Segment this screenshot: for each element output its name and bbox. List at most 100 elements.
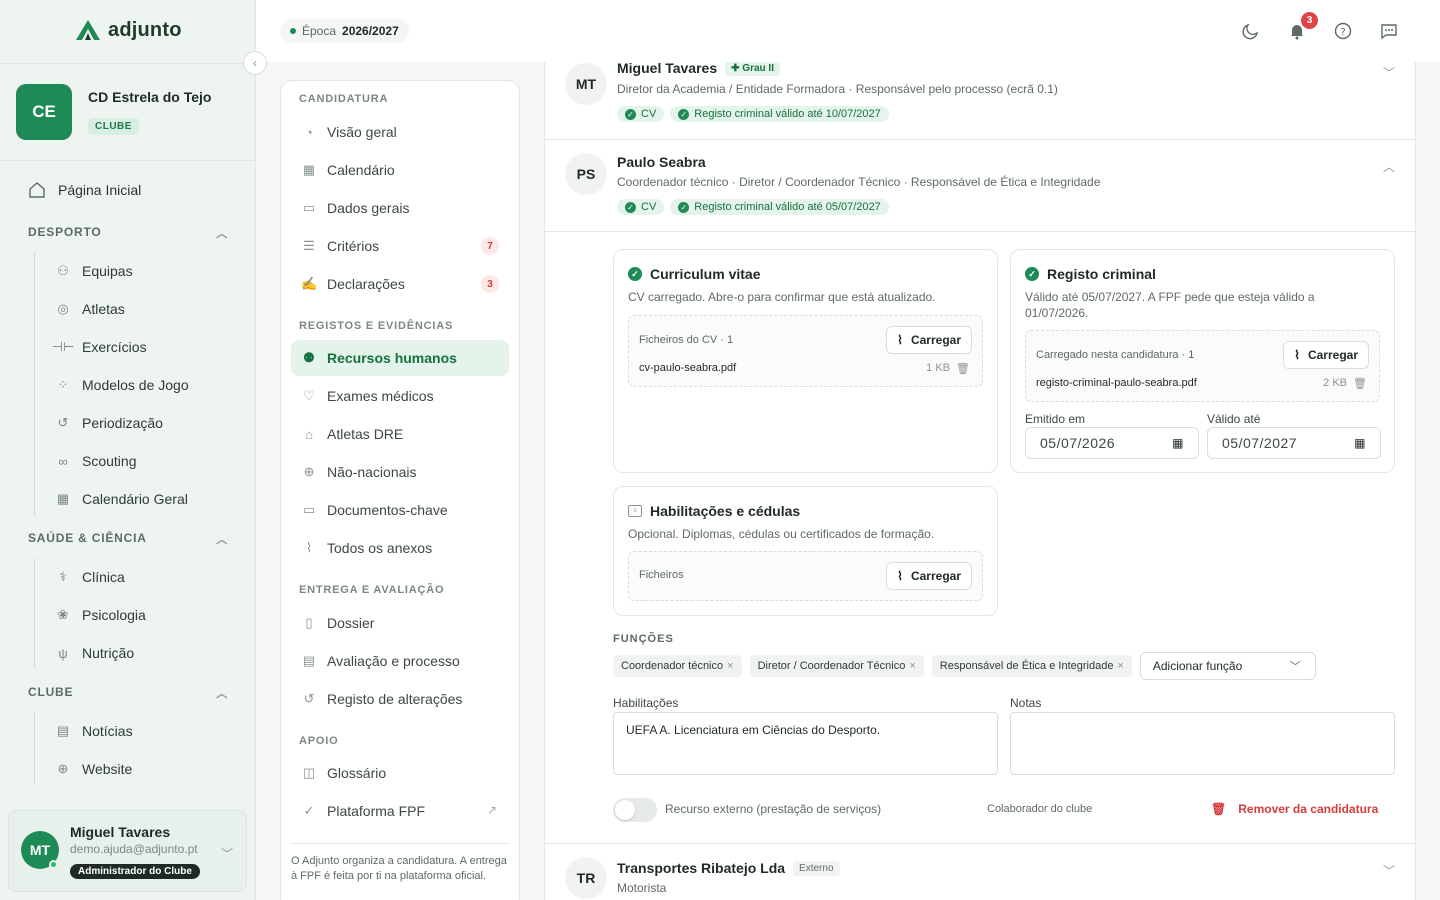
person-row-paulo-seabra[interactable]: PS Paulo Seabra Coordenador técnico · Di… [545,140,1415,232]
subnav-declaracoes[interactable]: ✍ Declarações 3 [291,266,509,302]
home-icon: ⌂ [305,426,313,442]
avatar: MT [565,63,607,105]
club-card[interactable]: CE CD Estrela do Tejo CLUBE [0,63,256,161]
nav-label: Periodização [82,415,163,431]
criminal-record-tag: ✓ Registo criminal válido até 05/07/2027 [670,199,889,215]
subnav-plataforma-fpf[interactable]: ✓ Plataforma FPF ↗ [291,793,509,829]
function-chip[interactable]: Diretor / Coordenador Técnico × [749,655,924,677]
nav-item-noticias[interactable]: ▤ Notícias [54,722,133,740]
calendar-icon: ▦ [1354,436,1366,450]
subnav-exames-medicos[interactable]: ♡ Exames médicos [291,378,509,414]
chevron-down-icon[interactable]: ﹀ [1383,64,1395,81]
collapse-sidebar-button[interactable]: ‹ [243,51,267,75]
nav-section-desporto[interactable]: DESPORTO ︿ [28,225,228,241]
nav-item-modelos-de-jogo[interactable]: ⁘ Modelos de Jogo [54,376,189,394]
folder-icon: ▭ [302,502,316,517]
nav-section-saude[interactable]: SAÚDE & CIÊNCIA ︿ [28,531,228,547]
nav-item-calendario-geral[interactable]: ▦ Calendário Geral [54,490,188,508]
external-resource-toggle[interactable] [613,798,657,822]
trash-icon[interactable]: 🗑 [956,362,970,375]
criminal-record-tag: ✓ Registo criminal válido até 10/07/2027 [670,106,889,122]
remove-from-application-button[interactable]: 🗑 Remover da candidatura [1211,802,1378,816]
nav-label: Calendário Geral [82,491,188,507]
nav-item-psicologia[interactable]: ❀ Psicologia [54,606,146,624]
person-row-miguel-tavares[interactable]: MT Miguel Tavares ✚ Grau II Diretor da Ac… [545,62,1415,140]
file-link[interactable]: cv-paulo-seabra.pdf [639,362,736,374]
logo[interactable]: adjunto [74,18,182,42]
subnav-avaliacao[interactable]: ▤ Avaliação e processo [291,643,509,679]
nav-section-clube[interactable]: CLUBE ︿ [28,685,228,701]
notifications-button[interactable]: 3 [1286,12,1318,42]
avatar: TR [565,857,607,899]
cv-tag: ✓ CV [617,199,665,215]
nav-label: Notícias [82,723,133,739]
season-selector[interactable]: Época 2026/2027 [280,19,409,43]
check-circle-icon: ✓ [628,267,642,281]
dark-mode-toggle[interactable] [1240,20,1262,42]
subnav-calendario[interactable]: ▦ Calendário [291,152,509,188]
clipboard-icon: ▤ [302,653,316,668]
subnav-dossier[interactable]: ▯ Dossier [291,605,509,641]
help-button[interactable]: ? [1332,20,1354,42]
remove-x-icon[interactable]: × [909,660,915,672]
remove-x-icon[interactable]: × [1117,660,1123,672]
cv-upload-button[interactable]: ⌇ Carregar [886,326,972,354]
subnav-recursos-humanos[interactable]: ⚉ Recursos humanos [291,340,509,376]
signature-icon: ✍ [301,276,318,291]
remove-x-icon[interactable]: × [727,660,733,672]
chevron-up-icon[interactable]: ︿ [1383,158,1395,175]
criminal-upload-button[interactable]: ⌇ Carregar [1283,341,1369,369]
nav-label: Atletas [82,301,125,317]
qualifications-upload-button[interactable]: ⌇ Carregar [886,562,972,590]
user-email: demo.ajuda@adjunto.pt [70,842,198,856]
grade-chip-text: Grau II [742,62,774,74]
subnav-label: Não-nacionais [327,464,417,480]
cv-tag: ✓ CV [617,106,665,122]
nav-item-nutricao[interactable]: ψ Nutrição [54,644,134,662]
nav-item-exercicios[interactable]: ⊣⊢ Exercícios [52,338,147,356]
nav-item-website[interactable]: ⊕ Website [54,760,133,778]
subnav-nao-nacionais[interactable]: ⊕ Não-nacionais [291,454,509,490]
nav-item-clinica[interactable]: ⚕ Clínica [54,568,124,586]
card-title-text: Registo criminal [1047,266,1156,282]
file-size-text: 1 KB [926,362,951,374]
heart-pulse-icon: ♡ [303,388,315,403]
section-title: REGISTOS E EVIDÊNCIAS [299,320,454,332]
feedback-button[interactable] [1378,20,1400,42]
valid-date-input[interactable]: 05/07/2027 ▦ [1207,427,1381,459]
function-chip-text: Diretor / Coordenador Técnico [757,660,906,672]
nav-item-equipas[interactable]: ⚇ Equipas [54,262,132,280]
nav-label: Psicologia [82,607,146,623]
subnav-atletas-dre[interactable]: ⌂ Atletas DRE [291,416,509,452]
subnav-label: Calendário [327,162,395,178]
file-link[interactable]: registo-criminal-paulo-seabra.pdf [1036,377,1197,389]
notas-textarea[interactable] [1010,712,1395,775]
nav-item-atletas[interactable]: ◎ Atletas [54,300,125,318]
stethoscope-icon: ⚕ [59,569,67,584]
subnav-documentos-chave[interactable]: ▭ Documentos-chave [291,492,509,528]
logo-text: adjunto [108,18,182,41]
user-menu[interactable]: MT Miguel Tavares demo.ajuda@adjunto.pt … [8,810,247,892]
add-function-select[interactable]: Adicionar função ﹀ [1139,652,1316,680]
subnav-label: Atletas DRE [327,426,404,442]
issued-date-input[interactable]: 05/07/2026 ▦ [1025,427,1199,459]
habilitacoes-textarea[interactable]: UEFA A. Licenciatura em Ciências do Desp… [613,712,998,775]
subnav-criterios[interactable]: ☰ Critérios 7 [291,228,509,264]
calendar-icon: ▦ [302,162,316,177]
chevron-down-icon[interactable]: ﹀ [1383,862,1395,879]
nav-item-periodizacao[interactable]: ↺ Periodização [54,414,163,432]
function-chip[interactable]: Coordenador técnico × [613,655,742,677]
subnav-registo-alteracoes[interactable]: ↺ Registo de alterações [291,681,509,717]
subnav-visao-geral[interactable]: ◔ Visão geral [291,114,509,150]
nav-tree-line [34,558,35,668]
subnav-glossario[interactable]: ◫ Glossário [291,755,509,791]
trash-icon[interactable]: 🗑 [1353,377,1367,390]
function-chip[interactable]: Responsável de Ética e Integridade × [931,655,1132,677]
subnav-todos-anexos[interactable]: ⌇ Todos os anexos [291,530,509,566]
person-row-transportes-ribatejo[interactable]: TR Transportes Ribatejo Lda Externo Motor… [545,844,1415,900]
habilitacoes-label: Habilitações [613,696,679,710]
nav-home[interactable]: Página Inicial [28,181,141,199]
collaborator-status: Colaborador do clube [987,803,1093,815]
nav-item-scouting[interactable]: ∞ Scouting [54,452,136,470]
subnav-dados-gerais[interactable]: ▭ Dados gerais [291,190,509,226]
